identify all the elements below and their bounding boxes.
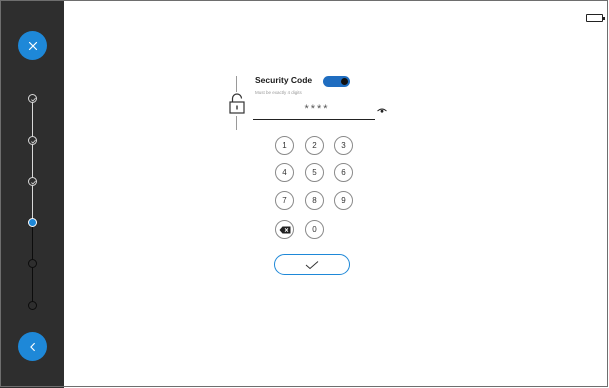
key-6[interactable]: 6	[334, 163, 353, 182]
step-3-complete	[28, 177, 37, 186]
key-7[interactable]: 7	[275, 191, 294, 210]
step-1-complete	[28, 94, 37, 103]
checkmark-icon	[305, 260, 319, 269]
backspace-icon	[279, 226, 290, 233]
close-button[interactable]	[18, 31, 47, 60]
eye-icon[interactable]	[377, 108, 387, 114]
security-code-hint: Must be exactly 4 digits	[255, 90, 302, 95]
key-1[interactable]: 1	[275, 136, 294, 155]
check-icon	[31, 139, 36, 144]
key-0[interactable]: 0	[305, 220, 324, 239]
key-9[interactable]: 9	[334, 191, 353, 210]
lock-icon	[228, 92, 246, 116]
close-icon	[28, 41, 37, 50]
chevron-left-icon	[29, 342, 35, 351]
back-button[interactable]	[18, 332, 47, 361]
step-5-pending	[28, 259, 37, 268]
battery-icon	[586, 14, 605, 22]
check-icon	[31, 180, 36, 185]
progress-rail-completed	[32, 98, 33, 222]
backspace-button[interactable]	[275, 220, 294, 239]
check-icon	[31, 97, 36, 102]
confirm-button[interactable]	[274, 254, 350, 275]
key-8[interactable]: 8	[305, 191, 324, 210]
key-5[interactable]: 5	[305, 163, 324, 182]
toggle-knob	[341, 78, 348, 85]
step-4-current	[28, 218, 37, 227]
wizard-sidebar	[0, 0, 64, 388]
screen-border	[0, 0, 608, 387]
security-code-toggle[interactable]	[323, 76, 350, 87]
key-3[interactable]: 3	[334, 136, 353, 155]
security-code-input[interactable]	[253, 99, 375, 120]
step-2-complete	[28, 136, 37, 145]
step-6-pending	[28, 301, 37, 310]
key-4[interactable]: 4	[275, 163, 294, 182]
key-2[interactable]: 2	[305, 136, 324, 155]
security-code-title: Security Code	[255, 75, 313, 85]
